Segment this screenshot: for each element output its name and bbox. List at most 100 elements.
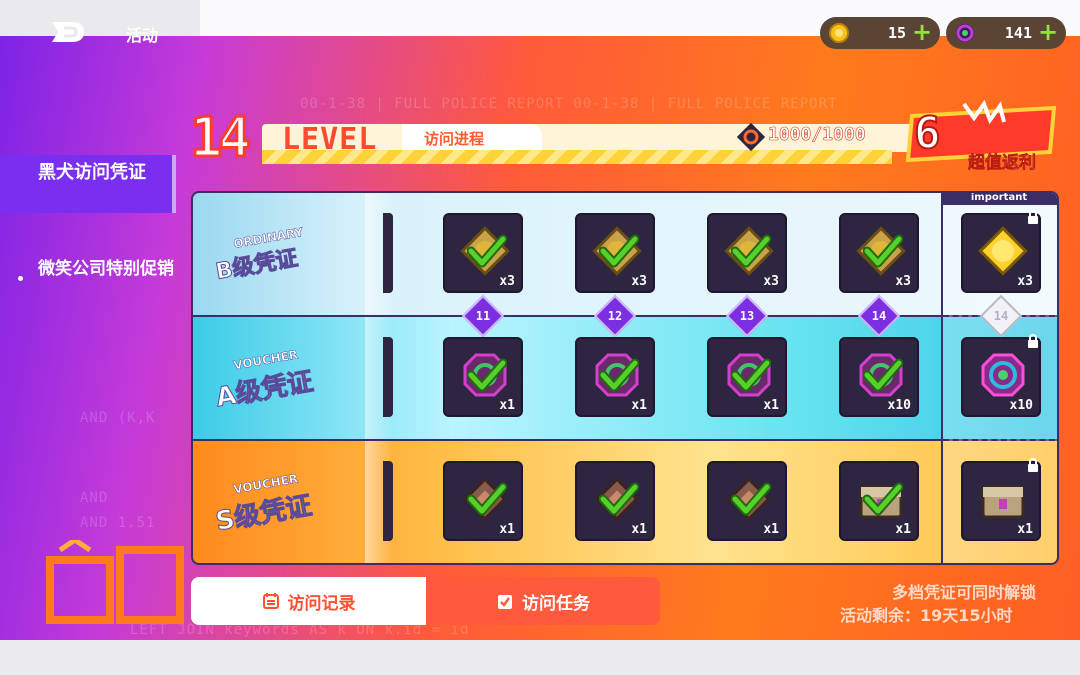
important-tag: important	[941, 193, 1057, 205]
calendar-icon	[262, 593, 279, 609]
back-arrow-icon[interactable]	[46, 18, 90, 46]
row-label-a: VOUCHER A级凭证	[193, 317, 365, 439]
reward-quantity: x3	[895, 274, 911, 289]
reward-tile-b-13[interactable]: x3	[707, 213, 787, 293]
reward-quantity: x1	[499, 522, 515, 537]
visit-task-button[interactable]: 访问任务	[426, 577, 660, 625]
visit-record-button[interactable]: 访问记录	[191, 577, 426, 625]
black-dog-logo-art	[46, 540, 184, 624]
lock-icon	[1027, 209, 1039, 224]
reward-tile-a-11[interactable]: x1	[443, 337, 523, 417]
reward-item-icon	[977, 349, 1029, 401]
row-label-s: VOUCHER S级凭证	[193, 441, 365, 563]
sidebar-item-black-dog-voucher[interactable]: 黑犬访问凭证	[0, 155, 176, 213]
gold-gear-coin-icon	[829, 23, 849, 43]
gold-currency-display: 15 +	[820, 17, 940, 49]
bottom-bar-background	[0, 640, 1080, 675]
reward-tile-a-13[interactable]: x1	[707, 337, 787, 417]
reward-quantity: x3	[1017, 274, 1033, 289]
add-gold-button[interactable]: +	[912, 20, 932, 44]
visit-record-label: 访问记录	[287, 593, 356, 614]
reward-quantity: x1	[763, 398, 779, 413]
promo-label: 超值返利	[968, 153, 1037, 174]
claimed-check-icon	[862, 357, 904, 393]
gem-currency-display: 141 +	[946, 17, 1066, 49]
important-reward-tile-b[interactable]: x3	[961, 213, 1041, 293]
progress-tab: 访问进程	[402, 124, 542, 150]
row-title-b: B级凭证	[213, 245, 300, 285]
claimed-check-icon	[730, 233, 772, 269]
row-label-b: ORDINARY B级凭证	[193, 193, 365, 315]
row-title-s: S级凭证	[213, 490, 315, 538]
reward-quantity: x1	[1017, 522, 1033, 537]
row-title-a: A级凭证	[213, 366, 316, 414]
lock-icon	[1027, 333, 1039, 348]
level-marker-label: 12	[607, 309, 623, 323]
background-decoration-text: AND	[80, 490, 109, 506]
treasure-chest-icon	[977, 473, 1029, 525]
page-title: 活动	[126, 26, 159, 45]
reward-tile-b-12[interactable]: x3	[575, 213, 655, 293]
purple-ring-gem-icon	[956, 24, 974, 42]
gold-currency-value: 15	[887, 24, 906, 42]
previous-reward-tile-stub[interactable]	[383, 461, 393, 541]
top-bar-left-background	[0, 0, 200, 36]
previous-reward-tile-stub[interactable]	[383, 213, 393, 293]
claimed-check-icon	[862, 233, 904, 269]
bullet-dot	[18, 276, 23, 281]
exp-diamond-icon	[736, 122, 766, 152]
gem-currency-value: 141	[1004, 24, 1032, 42]
reward-tile-s-12[interactable]: x1	[575, 461, 655, 541]
reward-quantity: x10	[1009, 398, 1033, 413]
reward-quantity: x1	[631, 398, 647, 413]
promo-big-number: 6	[913, 107, 941, 160]
reward-quantity: x10	[887, 398, 911, 413]
reward-tile-b-11[interactable]: x3	[443, 213, 523, 293]
important-reward-tile-a[interactable]: x10	[961, 337, 1041, 417]
unlock-note: 多档凭证可同时解锁	[892, 583, 1037, 602]
reward-tile-s-14[interactable]: x1	[839, 461, 919, 541]
reward-tile-b-14[interactable]: x3	[839, 213, 919, 293]
reward-quantity: x3	[499, 274, 515, 289]
background-decoration-text: 00-1-38 | FULL POLICE REPORT 00-1-38 | F…	[300, 96, 838, 112]
clipboard-check-icon	[498, 595, 512, 609]
exp-progress-value: 1000/1000	[768, 124, 866, 146]
reward-quantity: x1	[499, 398, 515, 413]
claimed-check-icon	[598, 481, 640, 517]
reward-tile-a-14[interactable]: x10	[839, 337, 919, 417]
reward-quantity: x3	[631, 274, 647, 289]
claimed-check-icon	[862, 481, 904, 517]
background-decoration-text: AND 1.51	[80, 515, 156, 531]
remaining-time: 活动剩余：19天15小时	[840, 606, 1013, 625]
game-screen: 00-1-38 | FULL POLICE REPORT 00-1-38 | F…	[0, 0, 1080, 675]
reward-quantity: x1	[895, 522, 911, 537]
claimed-check-icon	[466, 233, 508, 269]
claimed-check-icon	[730, 481, 772, 517]
important-reward-tile-s[interactable]: x1	[961, 461, 1041, 541]
reward-quantity: x1	[763, 522, 779, 537]
row-divider-dashed	[943, 439, 1055, 441]
add-gem-button[interactable]: +	[1038, 20, 1058, 44]
visit-task-label: 访问任务	[522, 593, 590, 614]
reward-quantity: x1	[631, 522, 647, 537]
previous-reward-tile-stub[interactable]	[383, 337, 393, 417]
claimed-check-icon	[466, 357, 508, 393]
level-marker-label: 11	[475, 309, 491, 323]
level-marker-label: 13	[739, 309, 755, 323]
sidebar-item-label: 黑犬访问凭证	[38, 162, 146, 183]
reward-quantity: x3	[763, 274, 779, 289]
sidebar-item-label: 微笑公司特别促销	[38, 259, 174, 279]
claimed-check-icon	[598, 357, 640, 393]
lock-icon	[1027, 457, 1039, 472]
level-number: 14	[188, 105, 252, 171]
claimed-check-icon	[598, 233, 640, 269]
reward-item-icon	[977, 225, 1029, 277]
reward-tile-a-12[interactable]: x1	[575, 337, 655, 417]
sidebar-item-smile-promo[interactable]: 微笑公司特别促销	[0, 258, 176, 281]
reward-tile-s-13[interactable]: x1	[707, 461, 787, 541]
reward-tile-s-11[interactable]: x1	[443, 461, 523, 541]
level-marker-label: 14	[871, 309, 887, 323]
reward-grid: ORDINARY B级凭证 VOUCHER A级凭证 VOUCHER S级凭证 …	[191, 191, 1059, 565]
background-decoration-text: AND (K,K	[80, 410, 156, 426]
level-marker-label: 14	[993, 309, 1009, 323]
